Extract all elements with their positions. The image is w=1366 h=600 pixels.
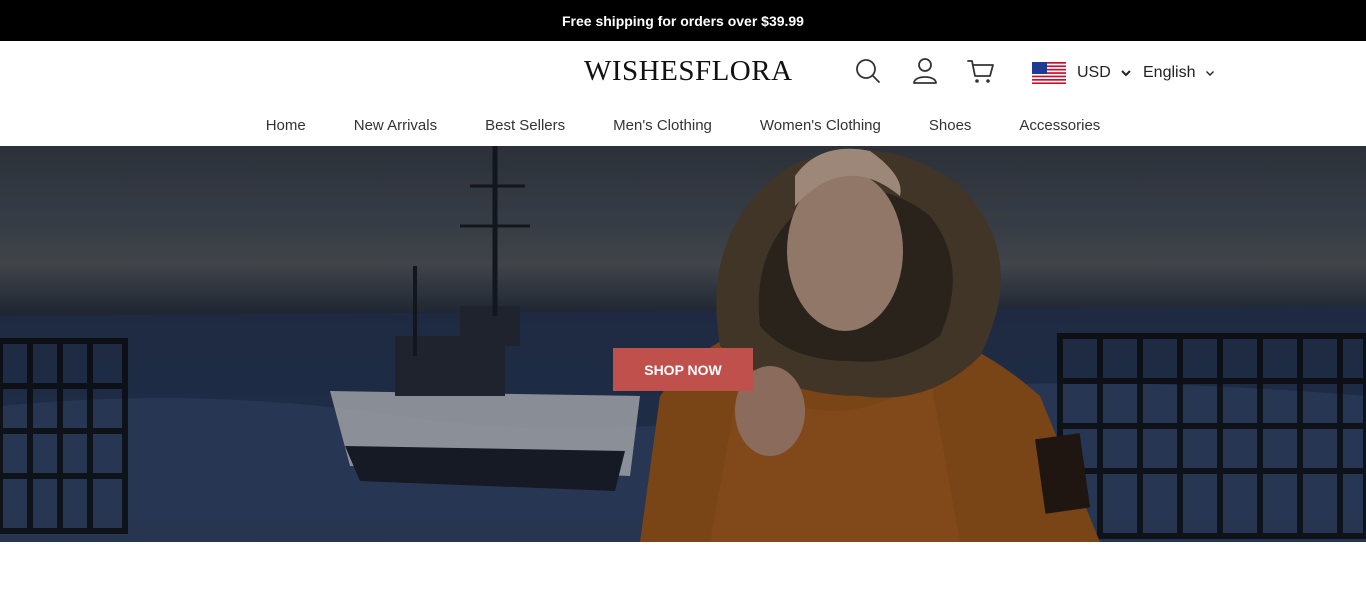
search-icon[interactable]	[853, 56, 883, 86]
language-selector[interactable]: English	[1143, 61, 1215, 85]
site-header: WISHESFLORA USD English	[0, 41, 1366, 105]
language-value: English	[1143, 64, 1196, 81]
nav-item-accessories[interactable]: Accessories	[1019, 117, 1100, 134]
chevron-down-icon	[1206, 71, 1215, 76]
account-icon[interactable]	[910, 56, 940, 86]
nav-item-mens-clothing[interactable]: Men's Clothing	[613, 117, 712, 134]
main-nav: Home New Arrivals Best Sellers Men's Clo…	[0, 105, 1366, 146]
nav-item-best-sellers[interactable]: Best Sellers	[485, 117, 565, 134]
currency-selector[interactable]: USD	[1032, 61, 1131, 85]
us-flag-icon	[1032, 62, 1066, 84]
announcement-text: Free shipping for orders over $39.99	[562, 12, 804, 29]
nav-item-home[interactable]: Home	[266, 117, 306, 134]
nav-item-shoes[interactable]: Shoes	[929, 117, 972, 134]
site-logo[interactable]: WISHESFLORA	[584, 55, 793, 88]
shop-now-button[interactable]: SHOP NOW	[613, 348, 753, 391]
chevron-down-icon	[1121, 70, 1131, 77]
nav-item-new-arrivals[interactable]: New Arrivals	[354, 117, 437, 134]
announcement-bar: Free shipping for orders over $39.99	[0, 0, 1366, 41]
hero-image	[0, 146, 1366, 542]
currency-value: USD	[1077, 64, 1111, 81]
nav-item-womens-clothing[interactable]: Women's Clothing	[760, 117, 881, 134]
hero-banner[interactable]: SHOP NOW	[0, 146, 1366, 542]
cart-icon[interactable]	[966, 56, 996, 86]
